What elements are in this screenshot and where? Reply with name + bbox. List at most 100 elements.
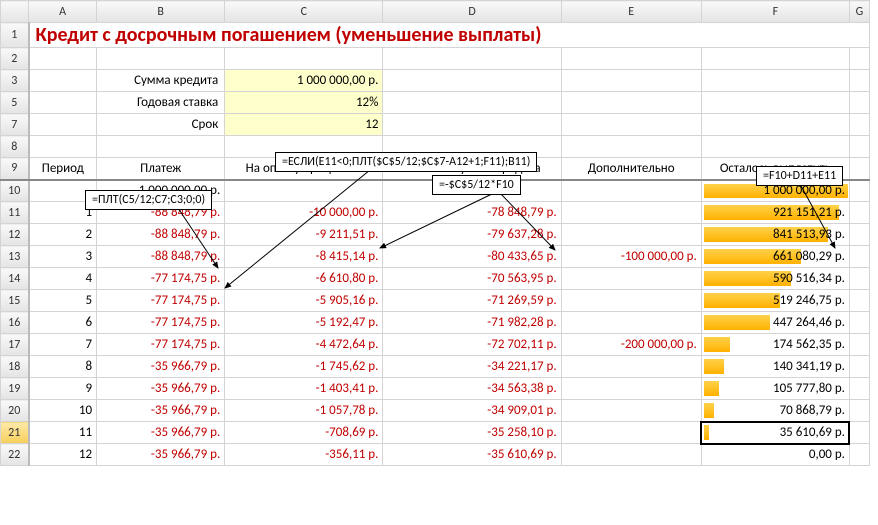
- row-header[interactable]: 3: [1, 70, 29, 92]
- payment-cell[interactable]: -35 966,79 р.: [97, 400, 225, 422]
- extra-cell[interactable]: [561, 268, 701, 290]
- remain-cell[interactable]: 70 868,79 р.: [701, 400, 849, 422]
- remain-cell[interactable]: 661 080,29 р.: [701, 246, 849, 268]
- principal-cell[interactable]: -78 848,79 р.: [383, 202, 561, 224]
- interest-cell[interactable]: -5 905,16 р.: [225, 290, 383, 312]
- interest-cell[interactable]: -10 000,00 р.: [225, 202, 383, 224]
- payment-cell[interactable]: -35 966,79 р.: [97, 422, 225, 444]
- payment-cell[interactable]: -35 966,79 р.: [97, 444, 225, 466]
- remain-cell[interactable]: 519 246,75 р.: [701, 290, 849, 312]
- row-header[interactable]: 19: [1, 378, 29, 400]
- payment-cell[interactable]: -77 174,75 р.: [97, 268, 225, 290]
- principal-cell[interactable]: -35 610,69 р.: [383, 444, 561, 466]
- remain-cell[interactable]: 105 777,80 р.: [701, 378, 849, 400]
- row-header[interactable]: 5: [1, 92, 29, 114]
- principal-cell[interactable]: -71 982,28 р.: [383, 312, 561, 334]
- interest-cell[interactable]: -9 211,51 р.: [225, 224, 383, 246]
- principal-cell[interactable]: -79 637,28 р.: [383, 224, 561, 246]
- row-header[interactable]: 1: [1, 23, 29, 48]
- extra-cell[interactable]: [561, 312, 701, 334]
- interest-cell[interactable]: -8 415,14 р.: [225, 246, 383, 268]
- col-header[interactable]: B: [97, 1, 225, 23]
- period-cell[interactable]: 10: [29, 400, 97, 422]
- remain-cell[interactable]: 841 513,93 р.: [701, 224, 849, 246]
- col-header[interactable]: E: [561, 1, 701, 23]
- interest-cell[interactable]: -356,11 р.: [225, 444, 383, 466]
- payment-cell[interactable]: -88 848,79 р.: [97, 246, 225, 268]
- row-header[interactable]: 18: [1, 356, 29, 378]
- extra-cell[interactable]: -200 000,00 р.: [561, 334, 701, 356]
- row-header[interactable]: 14: [1, 268, 29, 290]
- period-cell[interactable]: 7: [29, 334, 97, 356]
- row-header[interactable]: 2: [1, 48, 29, 70]
- principal-cell[interactable]: -80 433,65 р.: [383, 246, 561, 268]
- period-cell[interactable]: 12: [29, 444, 97, 466]
- col-header[interactable]: G: [849, 1, 869, 23]
- cell[interactable]: [225, 48, 383, 70]
- extra-cell[interactable]: [561, 444, 701, 466]
- remain-cell[interactable]: 35 610,69 р.: [701, 422, 849, 444]
- principal-cell[interactable]: -35 258,10 р.: [383, 422, 561, 444]
- input-rate[interactable]: 12%: [225, 92, 383, 114]
- row-header[interactable]: 11: [1, 202, 29, 224]
- period-cell[interactable]: 6: [29, 312, 97, 334]
- principal-cell[interactable]: -34 221,17 р.: [383, 356, 561, 378]
- column-header-row[interactable]: A B C D E F G: [1, 1, 870, 23]
- row-header[interactable]: 13: [1, 246, 29, 268]
- interest-cell[interactable]: -1 403,41 р.: [225, 378, 383, 400]
- principal-cell[interactable]: -70 563,95 р.: [383, 268, 561, 290]
- period-cell[interactable]: 11: [29, 422, 97, 444]
- remain-cell[interactable]: 921 151,21 р.: [701, 202, 849, 224]
- cell[interactable]: [561, 48, 701, 70]
- cell[interactable]: [29, 136, 97, 158]
- payment-cell[interactable]: -35 966,79 р.: [97, 356, 225, 378]
- cell[interactable]: [97, 48, 225, 70]
- payment-cell[interactable]: -35 966,79 р.: [97, 378, 225, 400]
- row-header[interactable]: 20: [1, 400, 29, 422]
- remain-cell[interactable]: 174 562,35 р.: [701, 334, 849, 356]
- interest-cell[interactable]: -1 057,78 р.: [225, 400, 383, 422]
- interest-cell[interactable]: -5 192,47 р.: [225, 312, 383, 334]
- input-term[interactable]: 12: [225, 114, 383, 136]
- extra-cell[interactable]: [561, 224, 701, 246]
- interest-cell[interactable]: -1 745,62 р.: [225, 356, 383, 378]
- cell[interactable]: [849, 48, 869, 70]
- period-cell[interactable]: 2: [29, 224, 97, 246]
- remain-cell[interactable]: 447 264,46 р.: [701, 312, 849, 334]
- principal-cell[interactable]: -71 269,59 р.: [383, 290, 561, 312]
- principal-cell[interactable]: -34 909,01 р.: [383, 400, 561, 422]
- select-all[interactable]: [1, 1, 29, 23]
- col-header[interactable]: C: [225, 1, 383, 23]
- cell[interactable]: [701, 136, 849, 158]
- remain-cell[interactable]: 0,00 р.: [701, 444, 849, 466]
- extra-cell[interactable]: [561, 422, 701, 444]
- row-header[interactable]: 15: [1, 290, 29, 312]
- remain-cell[interactable]: 590 516,34 р.: [701, 268, 849, 290]
- period-cell[interactable]: 8: [29, 356, 97, 378]
- period-cell[interactable]: 3: [29, 246, 97, 268]
- row-header[interactable]: 12: [1, 224, 29, 246]
- input-sum[interactable]: 1 000 000,00 р.: [225, 70, 383, 92]
- extra-cell[interactable]: [561, 356, 701, 378]
- interest-cell[interactable]: -6 610,80 р.: [225, 268, 383, 290]
- cell[interactable]: [383, 48, 561, 70]
- cell[interactable]: [29, 48, 97, 70]
- cell[interactable]: [97, 136, 225, 158]
- remain-cell[interactable]: 140 341,19 р.: [701, 356, 849, 378]
- col-header[interactable]: D: [383, 1, 561, 23]
- interest-cell[interactable]: -4 472,64 р.: [225, 334, 383, 356]
- col-header[interactable]: A: [29, 1, 97, 23]
- spreadsheet-grid[interactable]: A B C D E F G 1Кредит с досрочным погаше…: [0, 0, 870, 466]
- payment-cell[interactable]: -77 174,75 р.: [97, 290, 225, 312]
- row-header[interactable]: 16: [1, 312, 29, 334]
- principal-cell[interactable]: -34 563,38 р.: [383, 378, 561, 400]
- col-header[interactable]: F: [701, 1, 849, 23]
- row-header[interactable]: 21: [1, 422, 29, 444]
- row-header[interactable]: 8: [1, 136, 29, 158]
- extra-cell[interactable]: [561, 378, 701, 400]
- cell[interactable]: [701, 48, 849, 70]
- extra-cell[interactable]: [561, 202, 701, 224]
- row-header[interactable]: 17: [1, 334, 29, 356]
- extra-cell[interactable]: [561, 400, 701, 422]
- row-header[interactable]: 22: [1, 444, 29, 466]
